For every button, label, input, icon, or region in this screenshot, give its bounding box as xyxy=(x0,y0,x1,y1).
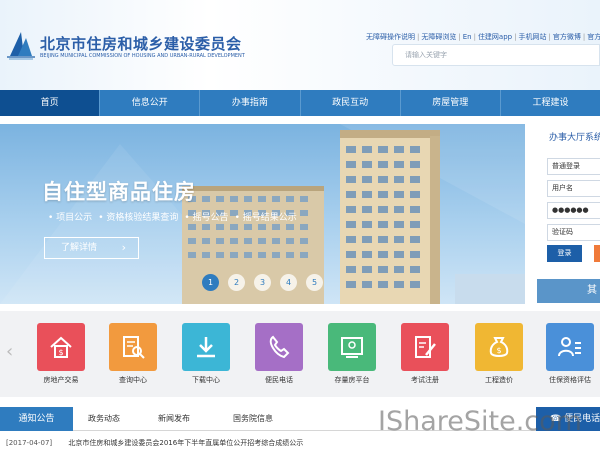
service-exam-registration[interactable]: 考试注册 xyxy=(395,323,455,385)
banner-pager: 1 2 3 4 5 xyxy=(202,274,323,291)
login-panel-footer[interactable]: 其 xyxy=(537,279,600,303)
service-label: 下载中心 xyxy=(192,376,220,384)
service-existing-housing-platform[interactable]: 存量房平台 xyxy=(322,323,382,385)
document-search-icon xyxy=(123,336,145,359)
chevron-left-icon[interactable]: ‹ xyxy=(6,341,13,362)
pager-dot-1[interactable]: 1 xyxy=(202,274,219,291)
banner-link-eligibility-query[interactable]: 资格核验结果查询 xyxy=(98,210,178,223)
service-query-center[interactable]: 查询中心 xyxy=(103,323,163,385)
nav-item-construction[interactable]: 工程建设 xyxy=(501,90,600,116)
top-link-mobile[interactable]: 手机网站 xyxy=(518,33,546,41)
service-label: 房地产交易 xyxy=(43,376,79,384)
top-link-wechat[interactable]: 官方微信 xyxy=(587,33,600,41)
login-type-select[interactable]: 普通登录 xyxy=(547,158,600,175)
service-label: 工程造价 xyxy=(485,376,513,384)
pager-dot-2[interactable]: 2 xyxy=(228,274,245,291)
banner-link-lottery-results[interactable]: 摇号结果公示 xyxy=(235,210,297,223)
pager-dot-5[interactable]: 5 xyxy=(306,274,323,291)
tab-notices[interactable]: 通知公告 xyxy=(0,407,73,431)
username-field[interactable]: 用户名 xyxy=(547,180,600,197)
money-bag-icon: $ xyxy=(489,337,509,357)
captcha-field[interactable]: 验证码 xyxy=(547,224,600,241)
service-shortcuts: ‹ $ 房地产交易 查询中心 下载中心 便民电话 存量房平台 考试注册 $ 工程… xyxy=(0,311,600,397)
nav-item-info-disclosure[interactable]: 信息公开 xyxy=(100,90,201,116)
chevron-right-icon: › xyxy=(121,241,126,254)
banner-title: 自住型商品住房 xyxy=(42,180,196,204)
download-icon xyxy=(197,337,215,358)
service-construction-cost[interactable]: $ 工程造价 xyxy=(469,323,529,385)
nav-item-service-guide[interactable]: 办事指南 xyxy=(200,90,301,116)
top-link-weibo[interactable]: 官方微博 xyxy=(553,33,581,41)
news-title[interactable]: 北京市住房和城乡建设委员会2016年下半年直属单位公开招考综合成绩公示 xyxy=(68,439,303,447)
search-input[interactable] xyxy=(393,45,599,65)
news-list-item[interactable]: [2017-04-07] 北京市住房和城乡建设委员会2016年下半年直属单位公开… xyxy=(6,438,303,448)
site-title: 北京市住房和城乡建设委员会 xyxy=(40,35,242,53)
svg-text:$: $ xyxy=(58,348,63,357)
nav-item-housing-management[interactable]: 房屋管理 xyxy=(401,90,501,116)
hero-banner[interactable]: 自住型商品住房 项目公示 资格核验结果查询 摇号公告 摇号结果公示 了解详情 ›… xyxy=(0,124,525,304)
learn-more-label: 了解详情 xyxy=(61,243,98,253)
top-link-accessible-browse[interactable]: 无障碍浏览 xyxy=(421,33,456,41)
banner-links: 项目公示 资格核验结果查询 摇号公告 摇号结果公示 xyxy=(48,210,297,223)
login-panel-title: 办事大厅系统 xyxy=(549,133,600,143)
site-subtitle: BEIJING MUNICIPAL COMMISSION OF HOUSING … xyxy=(40,53,245,59)
service-label: 考试注册 xyxy=(411,376,439,384)
news-date: [2017-04-07] xyxy=(6,439,53,447)
login-button[interactable]: 登录 xyxy=(547,245,582,262)
register-button[interactable] xyxy=(594,245,600,262)
search-box xyxy=(392,44,600,66)
exam-edit-icon xyxy=(415,336,436,358)
top-link-app[interactable]: 住建网app xyxy=(478,33,512,41)
password-field[interactable]: ●●●●●● xyxy=(547,202,600,219)
tab-government-affairs[interactable]: 政务动态 xyxy=(88,407,120,431)
service-download-center[interactable]: 下载中心 xyxy=(176,323,236,385)
site-watermark: IShareSite.com xyxy=(378,406,582,437)
banner-link-project-notice[interactable]: 项目公示 xyxy=(48,210,92,223)
svg-text:$: $ xyxy=(496,346,501,355)
service-label: 存量房平台 xyxy=(334,376,370,384)
certificate-icon xyxy=(341,337,363,358)
banner-link-lottery-notice[interactable]: 摇号公告 xyxy=(184,210,229,223)
pager-dot-3[interactable]: 3 xyxy=(254,274,271,291)
service-hotline[interactable]: 便民电话 xyxy=(249,323,309,385)
pager-dot-4[interactable]: 4 xyxy=(280,274,297,291)
person-list-icon xyxy=(558,337,581,357)
nav-item-home[interactable]: 首页 xyxy=(0,90,101,116)
service-real-estate-trade[interactable]: $ 房地产交易 xyxy=(31,323,91,385)
service-tile: $ xyxy=(37,323,85,371)
tab-press-releases[interactable]: 新闻发布 xyxy=(158,407,190,431)
emblem-logo-icon xyxy=(7,32,35,60)
top-links: 无障碍操作说明|无障碍浏览|En|住建网app|手机网站|官方微博|官方微信 xyxy=(366,32,600,42)
service-label: 便民电话 xyxy=(265,376,293,384)
phone-icon xyxy=(269,335,290,359)
service-label: 查询中心 xyxy=(119,376,147,384)
top-link-english[interactable]: En xyxy=(463,33,472,41)
learn-more-button[interactable]: 了解详情 › xyxy=(44,237,139,259)
top-link-accessibility-guide[interactable]: 无障碍操作说明 xyxy=(366,33,415,41)
nav-item-interaction[interactable]: 政民互动 xyxy=(301,90,401,116)
site-header: 北京市住房和城乡建设委员会 BEIJING MUNICIPAL COMMISSI… xyxy=(0,0,600,90)
service-housing-eligibility[interactable]: 住保资格评估 xyxy=(540,323,600,385)
main-nav: 首页 信息公开 办事指南 政民互动 房屋管理 工程建设 xyxy=(0,90,600,116)
service-label: 住保资格评估 xyxy=(549,376,591,384)
house-money-icon: $ xyxy=(50,336,72,358)
tab-state-council-info[interactable]: 国务院信息 xyxy=(233,407,273,431)
